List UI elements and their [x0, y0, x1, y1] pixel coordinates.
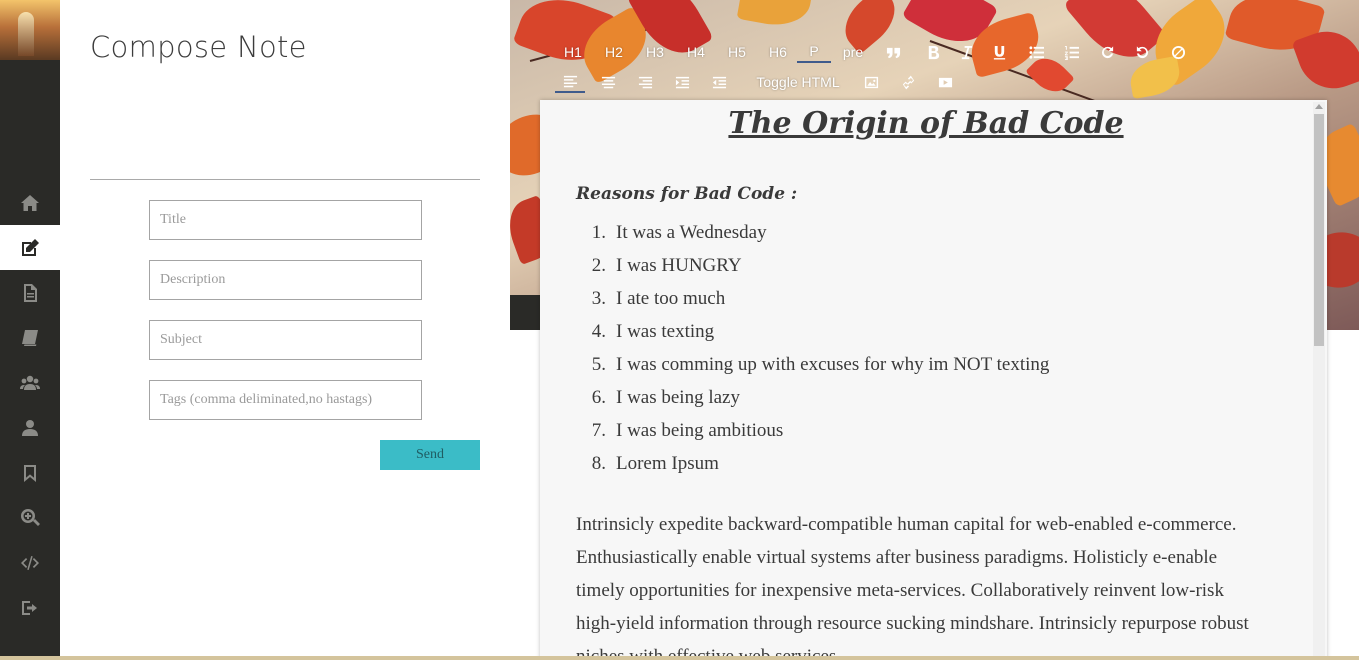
send-button[interactable]: Send — [380, 440, 480, 470]
document-title[interactable]: The Origin of Bad Code — [540, 106, 1312, 141]
redo-icon — [1101, 45, 1113, 58]
list-item[interactable]: 8. Lorem Ipsum — [576, 447, 1049, 480]
clear-format-button[interactable] — [1167, 41, 1189, 63]
indent-button[interactable] — [671, 71, 693, 93]
unordered-list-icon — [1028, 45, 1044, 59]
avatar[interactable] — [0, 0, 60, 60]
unordered-list-button[interactable] — [1025, 41, 1047, 63]
ordered-list-icon — [1064, 45, 1079, 60]
h6-button[interactable]: H6 — [765, 41, 791, 63]
reasons-heading[interactable]: Reasons for Bad Code : — [576, 184, 797, 204]
quote-icon — [886, 47, 900, 58]
list-item[interactable]: 3. I ate too much — [576, 282, 1049, 315]
image-icon — [864, 76, 878, 88]
video-icon — [938, 77, 952, 87]
toggle-html-button[interactable]: Toggle HTML — [752, 71, 844, 93]
scroll-thumb[interactable] — [1314, 114, 1324, 346]
scroll-up-arrow[interactable] — [1315, 104, 1323, 109]
subject-field[interactable] — [149, 320, 422, 360]
document-icon — [24, 283, 37, 302]
ordered-list-button[interactable] — [1060, 41, 1082, 63]
list-item[interactable]: 2. I was HUNGRY — [576, 249, 1049, 282]
banner-strip — [510, 295, 540, 330]
sign-out-icon — [22, 600, 37, 615]
sidebar — [0, 0, 60, 660]
bold-icon — [928, 45, 939, 59]
sidebar-item-search[interactable] — [0, 495, 60, 540]
redo-button[interactable] — [1096, 41, 1118, 63]
list-item[interactable]: 5. I was comming up with excuses for why … — [576, 348, 1050, 381]
divider — [90, 179, 480, 180]
sidebar-item-compose[interactable] — [0, 225, 60, 270]
quote-button[interactable] — [882, 41, 904, 63]
underline-button[interactable] — [988, 41, 1010, 63]
align-right-icon — [638, 76, 652, 88]
editor-scrollbar[interactable] — [1313, 102, 1325, 658]
sidebar-item-code[interactable] — [0, 540, 60, 585]
pre-button[interactable]: pre — [839, 41, 867, 63]
align-right-button[interactable] — [634, 71, 656, 93]
home-icon — [21, 194, 39, 211]
edit-icon — [22, 238, 39, 256]
sidebar-item-bookmarks[interactable] — [0, 450, 60, 495]
h2-button[interactable]: H2 — [601, 41, 627, 63]
h1-button[interactable]: H1 — [560, 41, 586, 63]
title-field[interactable] — [149, 200, 422, 240]
insert-link-button[interactable] — [897, 71, 919, 93]
undo-icon — [1136, 45, 1148, 58]
indent-icon — [675, 76, 689, 88]
sidebar-item-notes[interactable] — [0, 270, 60, 315]
link-icon — [902, 75, 914, 89]
reasons-list[interactable]: 1. It was a Wednesday 2. I was HUNGRY 3. I … — [576, 216, 1050, 480]
h4-button[interactable]: H4 — [683, 41, 709, 63]
list-item[interactable]: 7. I was being ambitious — [576, 414, 1049, 447]
tags-field[interactable] — [149, 380, 422, 420]
rich-text-editor[interactable]: The Origin of Bad Code Reasons for Bad C… — [540, 100, 1327, 660]
bookmark-icon — [24, 464, 36, 482]
description-field[interactable] — [149, 260, 422, 300]
align-left-button[interactable] — [555, 71, 585, 93]
user-icon — [22, 419, 38, 436]
sidebar-item-logout[interactable] — [0, 585, 60, 630]
book-icon — [22, 329, 38, 346]
paragraph-button[interactable]: P — [797, 41, 831, 63]
insert-video-button[interactable] — [934, 71, 956, 93]
window-bottom-border — [0, 656, 1359, 660]
sidebar-item-profile[interactable] — [0, 405, 60, 450]
page-title: Compose Note — [90, 30, 307, 64]
zoom-in-icon — [21, 508, 40, 526]
outdent-button[interactable] — [708, 71, 730, 93]
sidebar-item-library[interactable] — [0, 315, 60, 360]
align-center-icon — [601, 76, 615, 88]
list-item[interactable]: 4. I was texting — [576, 315, 1049, 348]
sidebar-item-groups[interactable] — [0, 360, 60, 405]
insert-image-button[interactable] — [860, 71, 882, 93]
italic-button[interactable] — [955, 41, 977, 63]
outdent-icon — [712, 76, 726, 88]
list-item[interactable]: 1. It was a Wednesday — [576, 216, 1049, 249]
italic-icon — [961, 45, 972, 59]
body-paragraph[interactable]: Intrinsicly expedite backward-compatible… — [576, 508, 1266, 660]
align-center-button[interactable] — [597, 71, 619, 93]
code-icon — [21, 555, 39, 570]
undo-button[interactable] — [1131, 41, 1153, 63]
clear-format-icon — [1171, 45, 1185, 59]
sidebar-item-home[interactable] — [0, 180, 60, 225]
underline-icon — [993, 45, 1005, 60]
align-left-icon — [563, 75, 577, 87]
h5-button[interactable]: H5 — [724, 41, 750, 63]
users-icon — [20, 375, 40, 390]
bold-button[interactable] — [922, 41, 944, 63]
list-item[interactable]: 6. I was being lazy — [576, 381, 1049, 414]
h3-button[interactable]: H3 — [642, 41, 668, 63]
